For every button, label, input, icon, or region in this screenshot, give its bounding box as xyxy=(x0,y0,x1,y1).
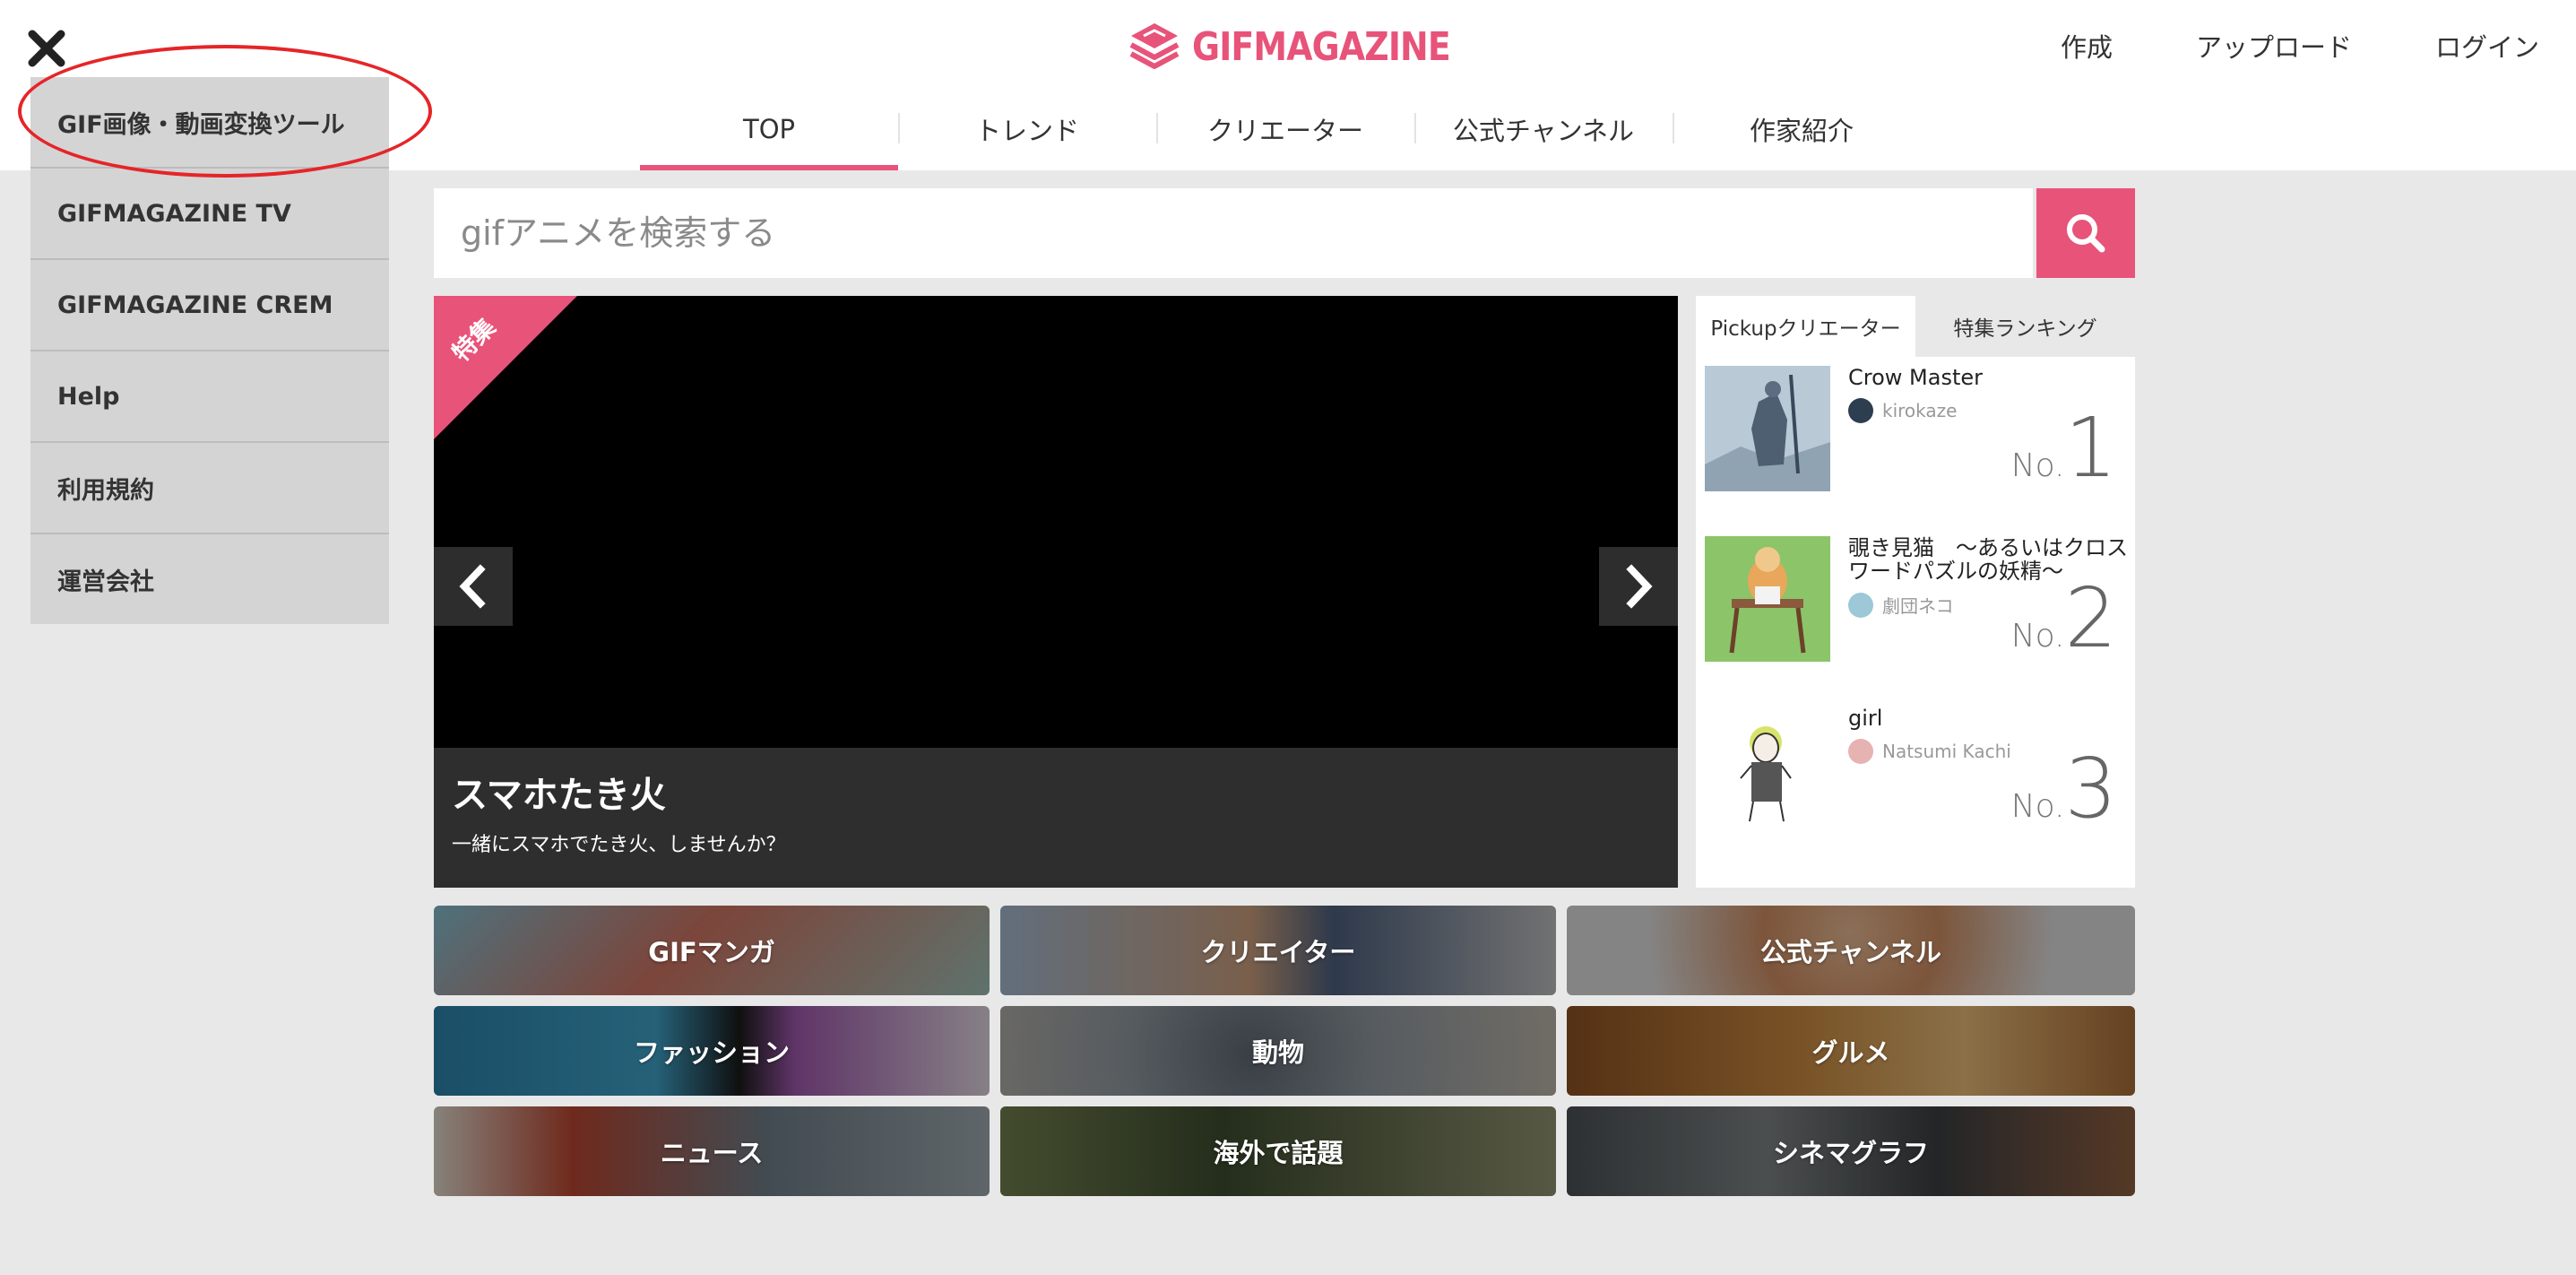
ranking-item[interactable]: Crow Master kirokaze No.1 xyxy=(1705,366,2135,536)
logo-text: GIFMAGAZINE xyxy=(1192,23,1451,70)
ranking-thumbnail xyxy=(1705,536,1830,662)
search-button[interactable] xyxy=(2036,188,2135,278)
rank-no-label: No. xyxy=(2010,447,2065,484)
category-label: シネマグラフ xyxy=(1772,1138,1929,1168)
ranking-item[interactable]: girl Natsumi Kachi No.3 xyxy=(1705,707,2135,877)
rank-no-label: No. xyxy=(2010,618,2065,655)
category-tile-creator[interactable]: クリエイター xyxy=(1000,906,1556,995)
ranking-title: Crow Master xyxy=(1848,365,1983,390)
ranking-panel: Pickupクリエーター 特集ランキング Crow Master kirokaz… xyxy=(1696,296,2135,888)
ranking-tabs: Pickupクリエーター 特集ランキング xyxy=(1696,296,2135,357)
category-grid: GIFマンガ クリエイター 公式チャンネル ファッション 動物 グルメ ニュース… xyxy=(434,906,2135,1196)
upload-link[interactable]: アップロード xyxy=(2196,27,2352,65)
category-tile-animals[interactable]: 動物 xyxy=(1000,1006,1556,1096)
rank-no-value: 1 xyxy=(2064,400,2117,496)
ranking-item[interactable]: 覗き見猫 〜あるいはクロスワードパズルの妖精〜 劇団ネコ No.2 xyxy=(1705,536,2135,707)
slide-caption: スマホたき火 一緒にスマホでたき火、しませんか？ xyxy=(434,748,1678,888)
category-label: 海外で話題 xyxy=(1213,1138,1344,1168)
create-link[interactable]: 作成 xyxy=(2061,27,2113,65)
category-label: グルメ xyxy=(1811,1037,1890,1068)
close-icon[interactable] xyxy=(27,29,66,68)
main-nav: TOP トレンド クリエーター 公式チャンネル 作家紹介 xyxy=(640,100,1931,170)
category-tile-cinemagraph[interactable]: シネマグラフ xyxy=(1567,1106,2135,1196)
avatar xyxy=(1848,592,1873,618)
avatar xyxy=(1848,739,1873,764)
ranking-list: Crow Master kirokaze No.1 覗き見猫 〜あるいはクロスワ… xyxy=(1696,357,2135,888)
author-name: kirokaze xyxy=(1882,400,1958,421)
ranking-author: kirokaze xyxy=(1848,398,1957,423)
category-label: 動物 xyxy=(1251,1037,1304,1068)
slide-subtitle: 一緒にスマホでたき火、しませんか？ xyxy=(452,834,786,856)
search-icon xyxy=(2067,214,2105,253)
side-item-gifmagazine-tv[interactable]: GIFMAGAZINE TV xyxy=(30,169,389,260)
category-tile-news[interactable]: ニュース xyxy=(434,1106,990,1196)
side-menu: GIF画像・動画変換ツール GIFMAGAZINE TV GIFMAGAZINE… xyxy=(30,77,389,624)
category-tile-gif-manga[interactable]: GIFマンガ xyxy=(434,906,990,995)
category-tile-overseas-trending[interactable]: 海外で話題 xyxy=(1000,1106,1556,1196)
ranking-thumbnail xyxy=(1705,366,1830,491)
side-item-help[interactable]: Help xyxy=(30,351,389,443)
tab-creators[interactable]: クリエーター xyxy=(1156,100,1414,170)
tab-pickup-creators[interactable]: Pickupクリエーター xyxy=(1696,296,1915,357)
side-item-gifmagazine-crem[interactable]: GIFMAGAZINE CREM xyxy=(30,260,389,351)
rank-no-label: No. xyxy=(2010,788,2065,825)
category-label: ニュース xyxy=(660,1138,764,1168)
category-tile-gourmet[interactable]: グルメ xyxy=(1567,1006,2135,1096)
category-tile-fashion[interactable]: ファッション xyxy=(434,1006,990,1096)
tab-official-channel[interactable]: 公式チャンネル xyxy=(1414,100,1673,170)
side-item-terms[interactable]: 利用規約 xyxy=(30,443,389,534)
search-input[interactable] xyxy=(434,188,2033,278)
feature-slider[interactable]: 特集 スマホたき火 一緒にスマホでたき火、しませんか？ xyxy=(434,296,1678,888)
feature-corner-badge xyxy=(434,296,577,439)
author-name: 劇団ネコ xyxy=(1882,595,1954,617)
category-label: クリエイター xyxy=(1200,937,1356,967)
slider-prev-button[interactable] xyxy=(434,547,513,626)
chevron-left-icon xyxy=(459,564,486,609)
author-name: Natsumi Kachi xyxy=(1882,741,2011,762)
category-label: 公式チャンネル xyxy=(1759,937,1942,967)
ranking-author: 劇団ネコ xyxy=(1848,592,1954,618)
slider-next-button[interactable] xyxy=(1599,547,1678,626)
rank-number: No.1 xyxy=(2011,407,2117,490)
avatar xyxy=(1848,398,1873,423)
rank-number: No.3 xyxy=(2011,748,2117,830)
ranking-title: girl xyxy=(1848,706,1883,731)
rank-no-value: 3 xyxy=(2064,741,2117,837)
rank-no-value: 2 xyxy=(2064,570,2117,666)
tab-top[interactable]: TOP xyxy=(640,100,898,170)
tab-feature-ranking[interactable]: 特集ランキング xyxy=(1915,296,2135,357)
rank-number: No.2 xyxy=(2011,577,2117,660)
category-label: GIFマンガ xyxy=(648,937,775,967)
ranking-thumbnail xyxy=(1705,707,1830,832)
category-tile-official-channel[interactable]: 公式チャンネル xyxy=(1567,906,2135,995)
layers-logo-icon xyxy=(1129,23,1180,69)
tab-artist-intro[interactable]: 作家紹介 xyxy=(1673,100,1931,170)
login-link[interactable]: ログイン xyxy=(2435,27,2539,65)
side-item-company[interactable]: 運営会社 xyxy=(30,534,389,624)
slide-title: スマホたき火 xyxy=(452,775,666,816)
category-label: ファッション xyxy=(633,1037,790,1068)
ranking-author: Natsumi Kachi xyxy=(1848,739,2011,764)
side-item-gif-converter[interactable]: GIF画像・動画変換ツール xyxy=(30,77,389,169)
site-logo[interactable]: GIFMAGAZINE xyxy=(1128,20,1492,74)
chevron-right-icon xyxy=(1626,564,1653,609)
tab-trend[interactable]: トレンド xyxy=(898,100,1156,170)
